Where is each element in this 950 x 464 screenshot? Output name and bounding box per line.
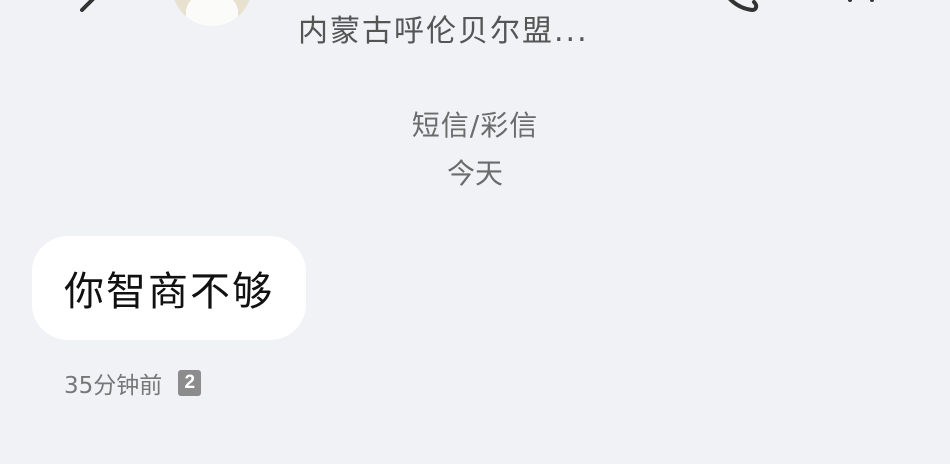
messaging-screen: 内蒙古呼伦贝尔盟... 短信/彩信 今天 你智商不够 35分钟前 2 <box>0 0 950 464</box>
phone-icon[interactable] <box>718 0 760 14</box>
sim-card-icon: 2 <box>178 370 202 396</box>
message-text: 你智商不够 <box>64 269 274 315</box>
more-icon[interactable] <box>842 0 882 8</box>
message-type-label: 短信/彩信 <box>411 109 539 142</box>
message-meta: 35分钟前 2 <box>64 366 202 400</box>
contact-name[interactable]: 内蒙古呼伦贝尔盟... <box>298 6 589 50</box>
date-separator: 今天 <box>446 157 503 190</box>
message-timestamp: 35分钟前 <box>64 373 163 399</box>
avatar[interactable] <box>172 0 252 26</box>
message-bubble[interactable]: 你智商不够 <box>32 236 306 340</box>
avatar-silhouette <box>186 0 238 26</box>
chevron-left-icon[interactable] <box>72 0 106 14</box>
